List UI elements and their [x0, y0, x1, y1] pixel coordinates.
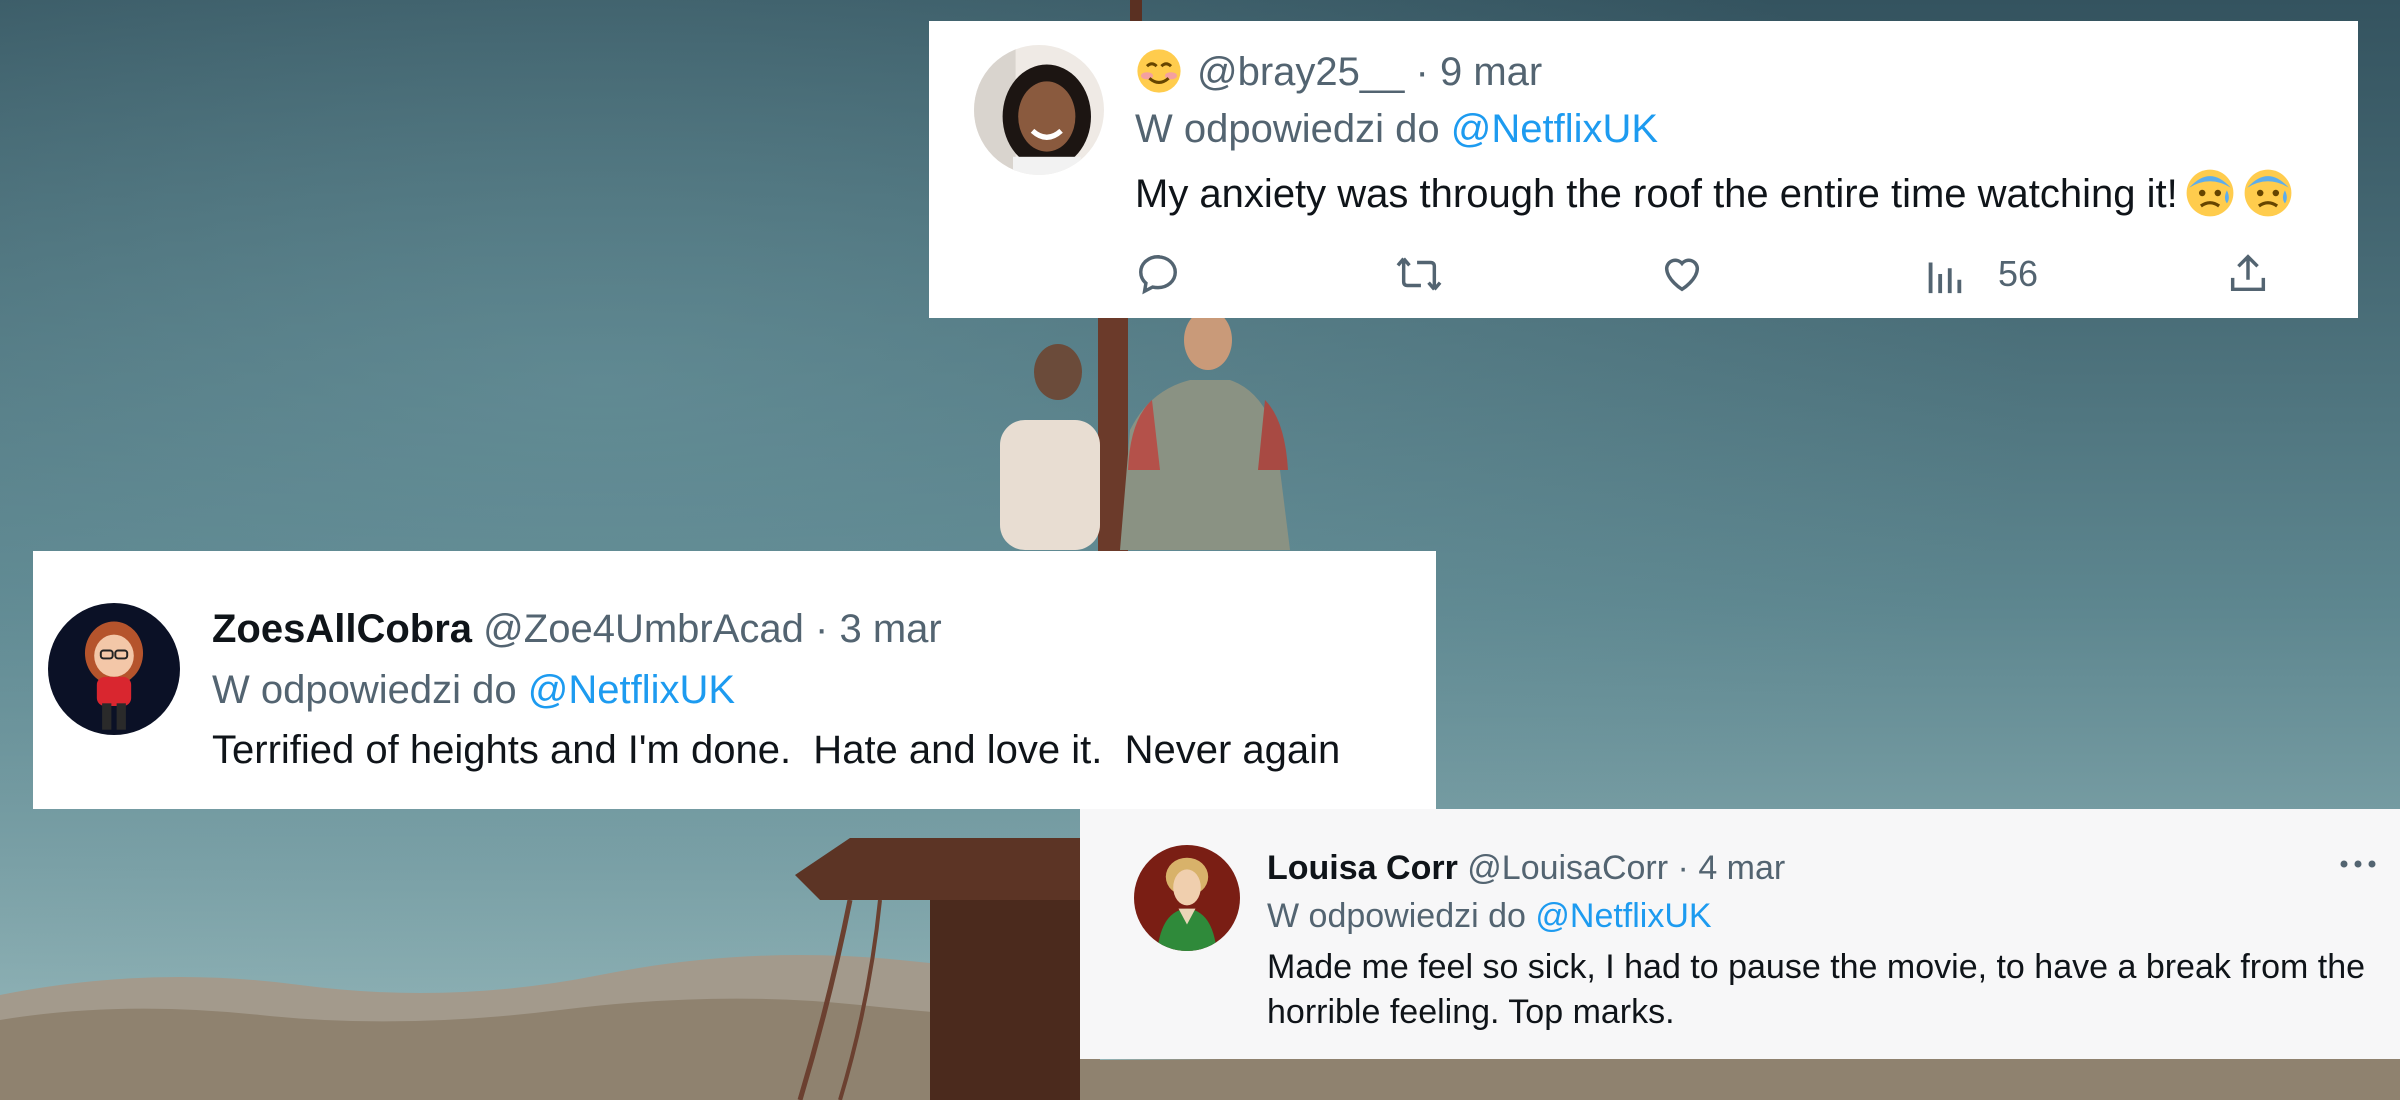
tweet-date[interactable]: 9 mar	[1440, 50, 1542, 94]
more-horizontal-icon	[2340, 860, 2376, 868]
avatar[interactable]	[48, 603, 180, 735]
avatar[interactable]	[1134, 845, 1240, 951]
more-options-button[interactable]	[2338, 857, 2378, 875]
tweet-text: Terrified of heights and I'm done. Hate …	[212, 728, 1341, 772]
retweet-icon	[1396, 257, 1442, 291]
reply-context: W odpowiedzi do @NetflixUK	[212, 668, 735, 713]
tweet-date[interactable]: 3 mar	[839, 607, 941, 651]
mention-link[interactable]: @NetflixUK	[1451, 107, 1658, 151]
user-handle[interactable]: @Zoe4UmbrAcad	[483, 607, 804, 651]
avatar[interactable]	[974, 45, 1104, 175]
reply-button[interactable]	[1135, 251, 1181, 297]
share-button[interactable]	[2225, 251, 2271, 297]
tweet-header: @bray25__ · 9 mar	[1135, 47, 1542, 95]
like-button[interactable]	[1659, 251, 1705, 297]
display-name[interactable]: ZoesAllCobra	[212, 607, 472, 651]
views-count: 56	[1998, 253, 2039, 294]
reply-prefix: W odpowiedzi do	[212, 668, 517, 712]
tweet-text-content: My anxiety was through the roof the enti…	[1135, 172, 2178, 216]
views-button[interactable]: 56	[1924, 251, 2038, 297]
reply-prefix: W odpowiedzi do	[1135, 107, 1440, 151]
tweet-header: Louisa Corr @LouisaCorr · 4 mar	[1267, 849, 1785, 888]
reply-tweet-card[interactable]: ZoesAllCobra @Zoe4UmbrAcad · 3 mar W odp…	[33, 551, 1436, 809]
share-icon	[2230, 254, 2266, 292]
tweet-date[interactable]: 4 mar	[1698, 849, 1785, 887]
reply-context: W odpowiedzi do @NetflixUK	[1135, 107, 1658, 152]
anxious-face-with-sweat-icon	[2184, 167, 2236, 219]
user-handle[interactable]: @bray25__	[1197, 50, 1404, 94]
separator: ·	[1677, 849, 1689, 887]
separator: ·	[815, 607, 829, 651]
user-handle[interactable]: @LouisaCorr	[1467, 849, 1668, 887]
mention-link[interactable]: @NetflixUK	[1535, 897, 1711, 935]
reply-tweet-card[interactable]: Louisa Corr @LouisaCorr · 4 mar W odpowi…	[1080, 809, 2400, 1059]
reply-icon	[1139, 255, 1177, 295]
display-name[interactable]: Louisa Corr	[1267, 849, 1458, 887]
reply-prefix: W odpowiedzi do	[1267, 897, 1526, 935]
bar-chart-icon	[1928, 262, 1962, 294]
reply-context: W odpowiedzi do @NetflixUK	[1267, 897, 1712, 936]
tweet-header: ZoesAllCobra @Zoe4UmbrAcad · 3 mar	[212, 607, 942, 652]
retweet-button[interactable]	[1394, 251, 1444, 297]
separator: ·	[1415, 50, 1429, 94]
tweet-text: Made me feel so sick, I had to pause the…	[1267, 948, 2366, 1031]
mention-link[interactable]: @NetflixUK	[528, 668, 735, 712]
anxious-face-with-sweat-icon	[2242, 167, 2294, 219]
tweet-text: My anxiety was through the roof the enti…	[1135, 167, 2294, 219]
heart-icon	[1664, 258, 1700, 292]
reply-tweet-card[interactable]: @bray25__ · 9 mar W odpowiedzi do @Netfl…	[929, 21, 2358, 318]
smiling-face-icon	[1135, 47, 1183, 95]
